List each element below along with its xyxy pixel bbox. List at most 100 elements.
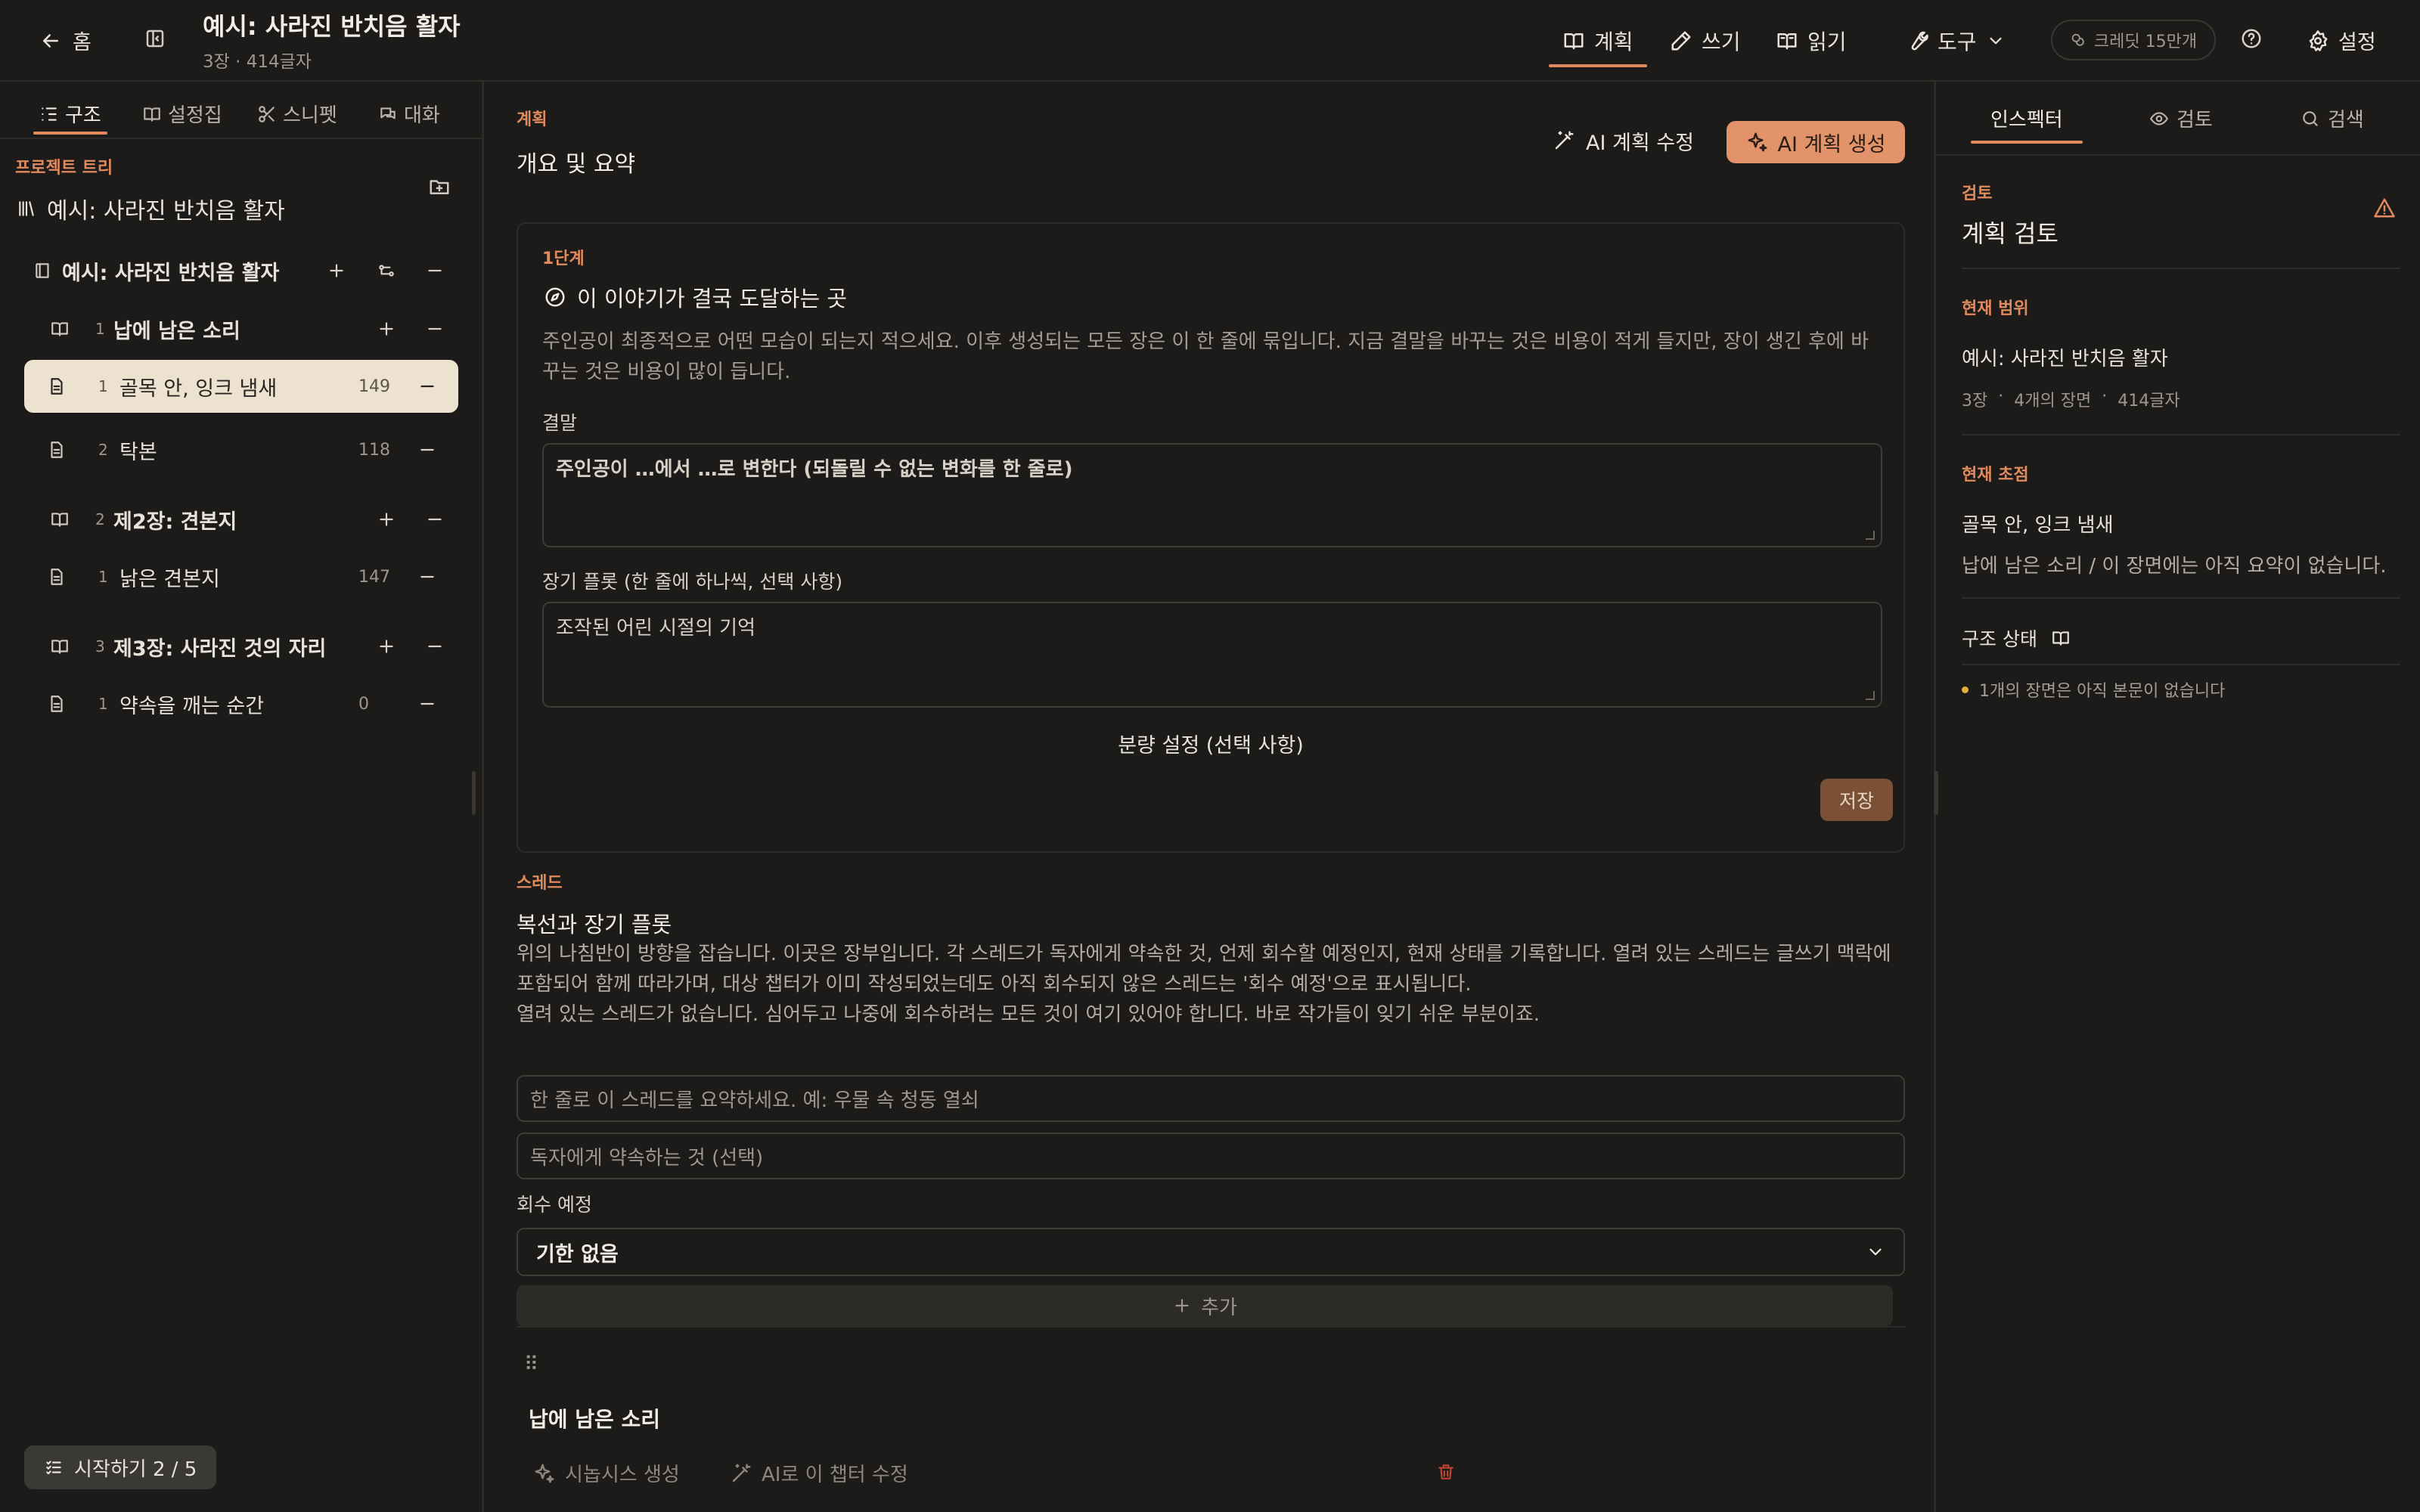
scene-row[interactable]: 1 골목 안, 잉크 냄새 149 bbox=[24, 360, 458, 413]
add-thread-button[interactable]: 추가 bbox=[517, 1285, 1893, 1326]
mode-tab-plan[interactable]: 계획 bbox=[1549, 26, 1646, 67]
chapter-row[interactable]: 1 납에 남은 소리 bbox=[24, 302, 458, 355]
coins-icon bbox=[2071, 33, 2084, 46]
help-circle-icon bbox=[2242, 29, 2261, 48]
tab-label: 검색 bbox=[2328, 109, 2364, 132]
file-text-icon bbox=[51, 378, 63, 395]
step-eyebrow: 1단계 bbox=[542, 249, 585, 268]
minus-icon[interactable] bbox=[425, 510, 445, 529]
file-text-icon bbox=[51, 442, 63, 458]
top-bar: 홈 예시: 사라진 반치음 활자 3장 · 414글자 계획 쓰기 읽기 도구 … bbox=[0, 0, 2420, 82]
drag-handle-icon[interactable]: ⠿ bbox=[524, 1353, 538, 1376]
minus-icon[interactable] bbox=[425, 319, 445, 339]
divider bbox=[1962, 434, 2400, 435]
scene-word-count: 147 bbox=[358, 567, 390, 587]
home-label: 홈 bbox=[73, 31, 92, 54]
payoff-select[interactable]: 기한 없음 bbox=[517, 1228, 1905, 1276]
resize-handle[interactable] bbox=[1934, 771, 1938, 815]
mode-tab-read[interactable]: 읽기 bbox=[1776, 26, 1847, 56]
book-row[interactable]: 예시: 사라진 반치음 활자 bbox=[24, 244, 458, 297]
ai-edit-chapter-label: AI로 이 챕터 수정 bbox=[762, 1464, 908, 1486]
tab-snippets[interactable]: 스니펫 bbox=[257, 100, 337, 128]
tab-label: 설정집 bbox=[168, 104, 222, 127]
tab-structure[interactable]: 구조 bbox=[33, 100, 107, 135]
tab-chat[interactable]: 대화 bbox=[378, 100, 440, 128]
chevron-down-icon bbox=[1989, 37, 2002, 45]
project-root[interactable]: 예시: 사라진 반치음 활자 bbox=[17, 192, 285, 225]
help-button[interactable] bbox=[2240, 27, 2263, 50]
warning-icon[interactable] bbox=[2373, 197, 2396, 219]
minus-icon[interactable] bbox=[425, 637, 445, 656]
payoff-value: 기한 없음 bbox=[536, 1242, 619, 1266]
ai-generate-plan-label: AI 계획 생성 bbox=[1777, 132, 1886, 156]
scene-word-count: 149 bbox=[358, 376, 390, 396]
left-sidebar: 구조 설정집 스니펫 대화 프로젝트 트리 예시: 사라진 반치음 활자 예시:… bbox=[0, 82, 484, 1512]
chapter-title: 제3장: 사라진 것의 자리 bbox=[113, 637, 327, 661]
sparkles-icon bbox=[1748, 132, 1767, 152]
folder-plus-icon bbox=[430, 180, 449, 194]
chapter-row[interactable]: 2 제2장: 견본지 bbox=[24, 493, 458, 546]
generate-synopsis-button[interactable]: 시놉시스 생성 bbox=[533, 1459, 680, 1487]
minus-icon[interactable] bbox=[417, 567, 437, 587]
chapter-card-title: 납에 남은 소리 bbox=[529, 1407, 661, 1432]
thread-promise-input[interactable]: 독자에게 약속하는 것 (선택) bbox=[517, 1132, 1905, 1179]
resize-handle[interactable] bbox=[472, 771, 476, 815]
chat-icon bbox=[380, 107, 396, 119]
search-icon bbox=[2303, 110, 2318, 126]
mode-tab-write[interactable]: 쓰기 bbox=[1670, 26, 1741, 56]
plan-eyebrow: 계획 bbox=[517, 110, 548, 129]
ending-textarea[interactable]: 주인공이 …에서 …로 변한다 (되돌릴 수 없는 변화를 한 줄로) bbox=[542, 443, 1882, 547]
book-open-icon bbox=[144, 107, 160, 122]
getting-started-button[interactable]: 시작하기 2 / 5 bbox=[24, 1445, 217, 1489]
credit-label: 크레딧 15만개 bbox=[2093, 33, 2198, 51]
scope-meta: 3장 · 4개의 장면 · 414글자 bbox=[1962, 387, 2180, 411]
thread-summary-input[interactable]: 한 줄로 이 스레드를 요약하세요. 예: 우물 속 청동 열쇠 bbox=[517, 1075, 1905, 1122]
pencil-icon bbox=[1671, 31, 1691, 51]
delete-chapter-button[interactable] bbox=[1436, 1462, 1456, 1482]
trash-icon bbox=[1438, 1464, 1454, 1479]
scene-row[interactable]: 1 약속을 깨는 순간 0 bbox=[24, 677, 458, 730]
checklist-icon bbox=[46, 1461, 61, 1475]
scissors-icon bbox=[259, 105, 275, 122]
volume-settings-toggle[interactable]: 분량 설정 (선택 사항) bbox=[518, 729, 1903, 758]
resize-grip[interactable] bbox=[1866, 531, 1875, 540]
tab-review[interactable]: 검토 bbox=[2149, 104, 2213, 132]
meta-sep: · bbox=[1998, 387, 2004, 406]
scope-scenes: 4개의 장면 bbox=[2014, 392, 2092, 411]
scene-number: 2 bbox=[98, 441, 108, 459]
minus-icon[interactable] bbox=[417, 694, 437, 714]
sidebar-toggle-button[interactable] bbox=[144, 27, 166, 50]
credit-badge[interactable]: 크레딧 15만개 bbox=[2051, 20, 2216, 60]
ai-edit-chapter-button[interactable]: AI로 이 챕터 수정 bbox=[730, 1459, 908, 1487]
save-button[interactable]: 저장 bbox=[1820, 779, 1893, 821]
plus-icon[interactable] bbox=[377, 637, 396, 656]
tab-setting-book[interactable]: 설정집 bbox=[142, 100, 222, 128]
chapter-row[interactable]: 3 제3장: 사라진 것의 자리 bbox=[24, 620, 458, 673]
plus-icon[interactable] bbox=[327, 261, 346, 280]
tab-search[interactable]: 검색 bbox=[2301, 104, 2364, 132]
resize-grip[interactable] bbox=[1866, 691, 1875, 700]
minus-icon[interactable] bbox=[417, 376, 437, 396]
gear-icon bbox=[2309, 29, 2328, 51]
home-button[interactable]: 홈 bbox=[39, 26, 92, 55]
tools-label: 도구 bbox=[1938, 29, 1977, 54]
meta-sep: · bbox=[2102, 387, 2108, 406]
divider bbox=[1962, 597, 2400, 599]
tab-inspector[interactable]: 인스펙터 bbox=[1971, 104, 2083, 144]
ai-edit-plan-button[interactable]: AI 계획 수정 bbox=[1553, 119, 1694, 162]
plus-icon[interactable] bbox=[377, 510, 396, 529]
new-folder-button[interactable] bbox=[428, 175, 451, 198]
minus-icon[interactable] bbox=[417, 440, 437, 460]
plus-icon[interactable] bbox=[377, 319, 396, 339]
link-nodes-icon[interactable] bbox=[377, 261, 396, 280]
scene-number: 1 bbox=[98, 695, 108, 713]
settings-button[interactable]: 설정 bbox=[2307, 26, 2376, 55]
minus-icon[interactable] bbox=[425, 261, 445, 280]
tools-dropdown[interactable]: 도구 bbox=[1906, 26, 2006, 56]
scene-row[interactable]: 2 탁본 118 bbox=[24, 423, 458, 476]
ai-generate-plan-button[interactable]: AI 계획 생성 bbox=[1727, 121, 1905, 163]
plot-textarea[interactable]: 조작된 어린 시절의 기억 bbox=[542, 602, 1882, 708]
scene-row[interactable]: 1 낡은 견본지 147 bbox=[24, 550, 458, 603]
sparkles-icon bbox=[535, 1464, 554, 1483]
mode-tab-label: 읽기 bbox=[1807, 29, 1847, 54]
